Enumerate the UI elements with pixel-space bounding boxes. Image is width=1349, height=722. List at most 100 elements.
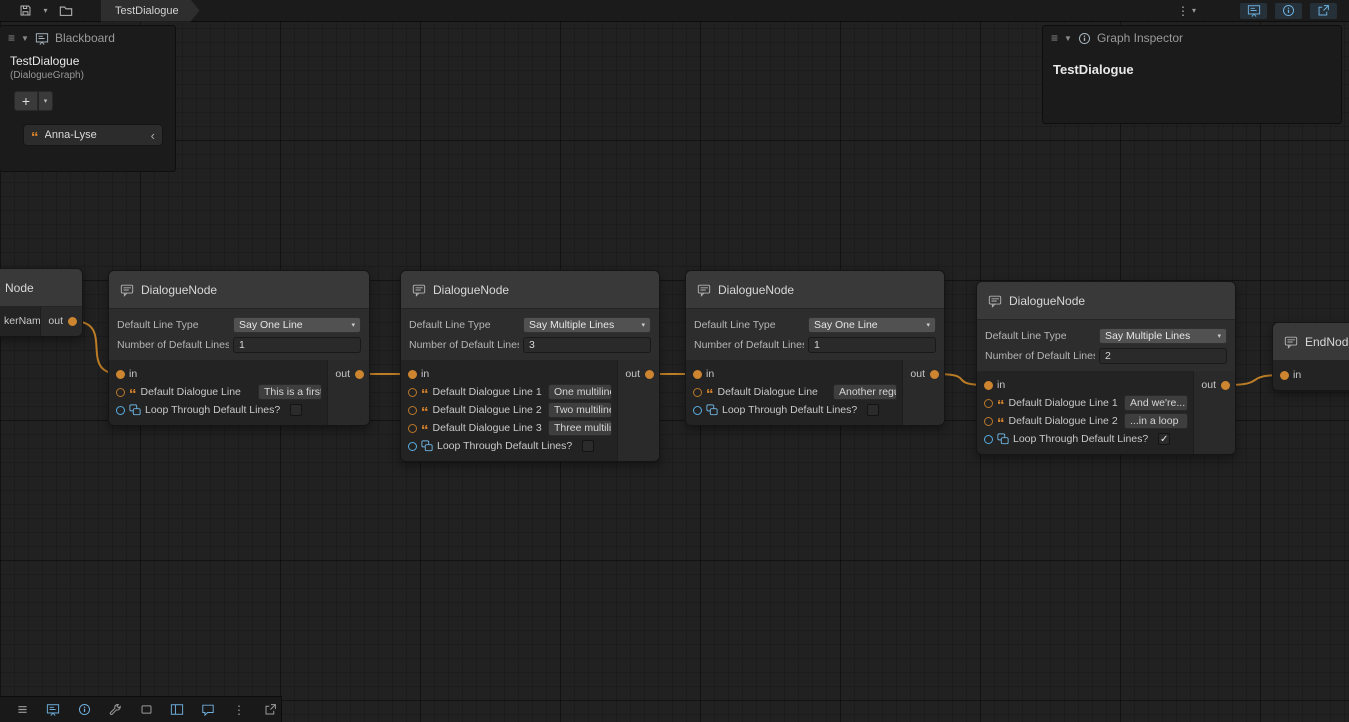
port-loop-through-default-lines[interactable] [984, 435, 993, 444]
field-default-dialogue-line[interactable]: Another regu [833, 384, 897, 400]
field-default-dialogue-line-2[interactable]: ...in a loop [1124, 413, 1188, 429]
chevron-left-icon[interactable]: ‹ [151, 128, 155, 143]
quote-icon: “ [997, 402, 1005, 410]
port-label: in [421, 368, 429, 380]
dialogue-button[interactable] [196, 700, 220, 720]
field-default-dialogue-line-2[interactable]: Two multiline [548, 402, 612, 418]
add-property-dropdown[interactable]: ▾ [38, 91, 53, 111]
node-title-label: DialogueNode [718, 283, 794, 297]
node-end[interactable]: EndNodein [1272, 322, 1349, 391]
port-out[interactable] [930, 370, 939, 379]
quote-icon: “ [421, 409, 429, 417]
node-dlg2[interactable]: DialogueNodeDefault Line TypeSay Multipl… [400, 270, 660, 462]
external-button[interactable] [258, 700, 282, 720]
port-out[interactable] [68, 317, 77, 326]
add-property-button[interactable]: + [14, 91, 38, 111]
port-row-out: out [1194, 377, 1235, 393]
dropdown-default-line-type[interactable]: Say One Line▾ [808, 317, 936, 333]
node-title[interactable]: DialogueNode [109, 271, 369, 309]
frame-button[interactable] [134, 700, 158, 720]
save-icon [19, 4, 32, 17]
inspector-toggle-button[interactable] [1275, 3, 1302, 19]
port-default-dialogue-line[interactable] [116, 388, 125, 397]
dropdown-default-line-type[interactable]: Say Multiple Lines▾ [523, 317, 651, 333]
dropdown-default-line-type[interactable]: Say Multiple Lines▾ [1099, 328, 1227, 344]
hamburger-icon[interactable]: ≡ [8, 31, 15, 45]
dropdown-value: Say Multiple Lines [1105, 330, 1214, 342]
field-default-dialogue-line-1[interactable]: And we're... [1124, 395, 1188, 411]
port-default-dialogue-line[interactable] [693, 388, 702, 397]
field-default-dialogue-line[interactable]: This is a first [258, 384, 322, 400]
port-loop-through-default-lines[interactable] [408, 442, 417, 451]
hamburger-icon[interactable]: ≡ [1051, 31, 1058, 45]
caret-down-icon: ▾ [641, 321, 645, 329]
port-in[interactable] [408, 370, 417, 379]
property-row: Default Line Type Say One Line▾ [117, 316, 361, 333]
port-out[interactable] [645, 370, 654, 379]
node-dlg1[interactable]: DialogueNode Default Line Type Say One Lin… [108, 270, 370, 426]
port-out[interactable] [355, 370, 364, 379]
toolbar-menu-button[interactable]: ⋮ ▾ [1177, 4, 1196, 18]
port-label: out [1201, 379, 1216, 391]
port-row-default-dialogue-line-1: “Default Dialogue Line 1One multiline [408, 384, 617, 400]
port-row-default-dialogue-line-1: “Default Dialogue Line 1And we're... [984, 395, 1193, 411]
node-title[interactable]: DialogueNode [401, 271, 659, 309]
kebab-button[interactable]: ⋮ [227, 700, 251, 720]
blackboard-body: TestDialogue (DialogueGraph) + ▾ “ Anna-… [0, 50, 175, 146]
fullscreen-button[interactable] [1310, 3, 1337, 19]
port-row-default-dialogue-line: “Default Dialogue LineAnother regu [693, 384, 902, 400]
add-property-row: + ▾ [14, 91, 165, 111]
node-dlg3[interactable]: DialogueNodeDefault Line TypeSay One Lin… [685, 270, 945, 426]
collapse-icon[interactable]: ▼ [1064, 34, 1072, 43]
graph-tab[interactable]: TestDialogue [101, 0, 200, 22]
node-speaker[interactable]: NodekerNameout [0, 268, 83, 337]
node-title[interactable]: DialogueNode [686, 271, 944, 309]
port-in[interactable] [1280, 371, 1289, 380]
port-in[interactable] [116, 370, 125, 379]
port-out[interactable] [1221, 381, 1230, 390]
port-default-dialogue-line-2[interactable] [408, 406, 417, 415]
node-title[interactable]: DialogueNode [977, 282, 1235, 320]
port-default-dialogue-line-1[interactable] [408, 388, 417, 397]
node-title[interactable]: Node [0, 269, 82, 307]
checkbox-loop-through-default-lines[interactable] [867, 404, 879, 416]
node-title[interactable]: EndNode [1273, 323, 1349, 361]
port-default-dialogue-line-3[interactable] [408, 424, 417, 433]
chat-icon [988, 294, 1002, 308]
panels-button[interactable] [165, 700, 189, 720]
field-number-of-default-lines[interactable]: 1 [808, 337, 936, 353]
port-in[interactable] [693, 370, 702, 379]
port-label: Loop Through Default Lines? [145, 404, 280, 416]
field-number-of-default-lines[interactable]: 2 [1099, 348, 1227, 364]
field-default-dialogue-line-1[interactable]: One multiline [548, 384, 612, 400]
dropdown-default-line-type[interactable]: Say One Line▾ [233, 317, 361, 333]
graph-inspector-panel: ≡ ▼ Graph Inspector TestDialogue [1042, 25, 1342, 124]
field-number-of-default-lines[interactable]: 3 [523, 337, 651, 353]
port-loop-through-default-lines[interactable] [116, 406, 125, 415]
port-default-dialogue-line-1[interactable] [984, 399, 993, 408]
field-number-of-default-lines[interactable]: 1 [233, 337, 361, 353]
checkbox-loop-through-default-lines[interactable]: ✓ [1158, 433, 1170, 445]
node-dlg4[interactable]: DialogueNodeDefault Line TypeSay Multipl… [976, 281, 1236, 455]
field-default-dialogue-line-3[interactable]: Three multiline [548, 420, 612, 436]
checkbox-loop-through-default-lines[interactable] [582, 440, 594, 452]
inspector-button[interactable] [72, 700, 96, 720]
caret-down-button[interactable]: ▾ [41, 2, 50, 20]
collapse-icon[interactable]: ▼ [21, 34, 29, 43]
port-in[interactable] [984, 381, 993, 390]
folder-button[interactable] [57, 2, 75, 20]
port-loop-through-default-lines[interactable] [693, 406, 702, 415]
input-ports: kerName [0, 307, 40, 336]
wrench-button[interactable] [103, 700, 127, 720]
port-default-dialogue-line-2[interactable] [984, 417, 993, 426]
property-label-default-line-type: Default Line Type [117, 319, 229, 331]
save-button[interactable] [16, 2, 34, 20]
blackboard-toggle-button[interactable] [1240, 3, 1267, 19]
fullscreen-icon [1317, 4, 1330, 17]
loop-icon [706, 404, 718, 416]
loop-icon [129, 404, 141, 416]
blackboard-field-anna-lyse[interactable]: “ Anna-Lyse ‹ [23, 124, 163, 146]
blackboard-button[interactable] [41, 700, 65, 720]
checkbox-loop-through-default-lines[interactable] [290, 404, 302, 416]
list-button[interactable] [10, 700, 34, 720]
